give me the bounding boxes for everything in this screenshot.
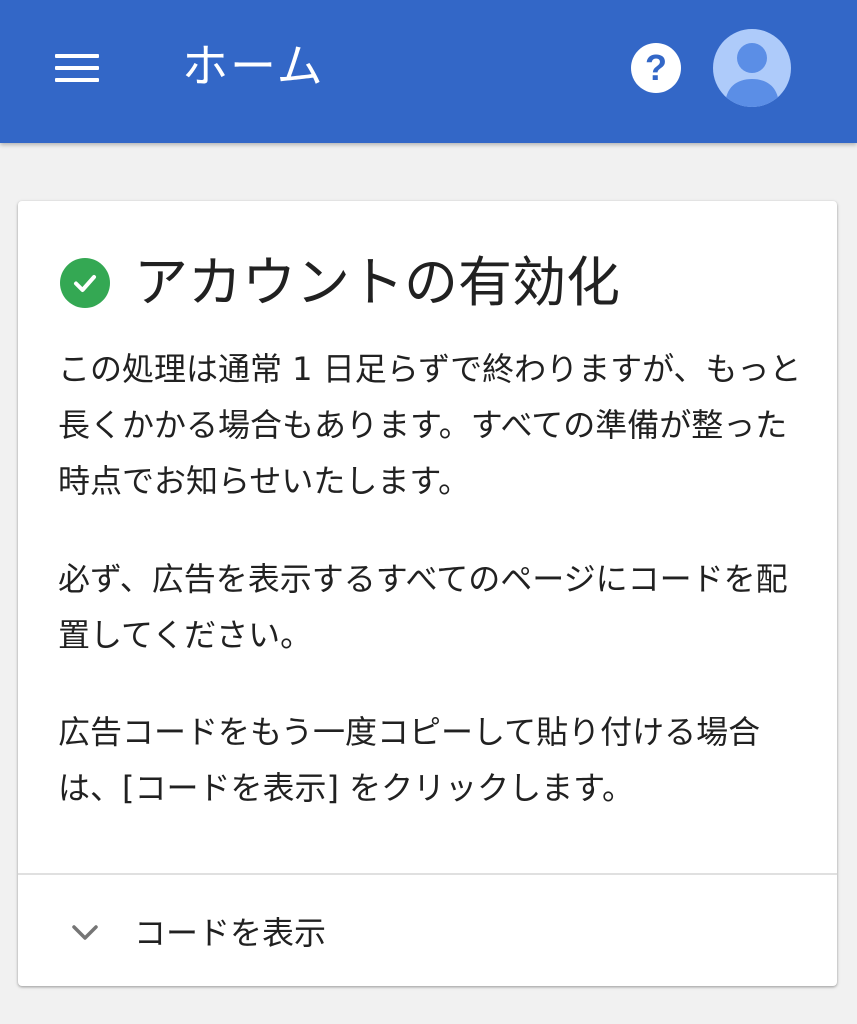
card-title: アカウントの有効化 xyxy=(134,251,620,314)
code-placement-text: 必ず、広告を表示するすべてのページにコードを配置してください。 xyxy=(58,560,788,654)
processing-info-text: この処理は通常 1 日足らずで終わりますが、もっと長くかかる場合もあります。すべ… xyxy=(58,350,802,500)
check-circle-icon xyxy=(60,258,110,308)
show-code-hint-text: 広告コードをもう一度コピーして貼り付ける場合は、[コードを表示] をクリックしま… xyxy=(58,713,761,807)
account-avatar-icon xyxy=(725,43,779,107)
help-icon: ? xyxy=(645,47,667,88)
help-button[interactable]: ? xyxy=(631,43,681,93)
activation-card: アカウントの有効化 この処理は通常 1 日足らずで終わりますが、もっと長くかかる… xyxy=(18,201,837,986)
account-avatar[interactable] xyxy=(713,29,791,107)
app-bar: ホーム ? xyxy=(0,0,857,143)
show-code-label: コードを表示 xyxy=(134,914,327,952)
hamburger-menu-icon xyxy=(55,54,99,82)
show-code-toggle[interactable]: コードを表示 xyxy=(18,875,837,986)
page-title: ホーム xyxy=(182,39,325,93)
menu-button[interactable] xyxy=(44,42,110,94)
card-heading: アカウントの有効化 xyxy=(60,247,620,319)
chevron-down-icon xyxy=(72,925,98,940)
